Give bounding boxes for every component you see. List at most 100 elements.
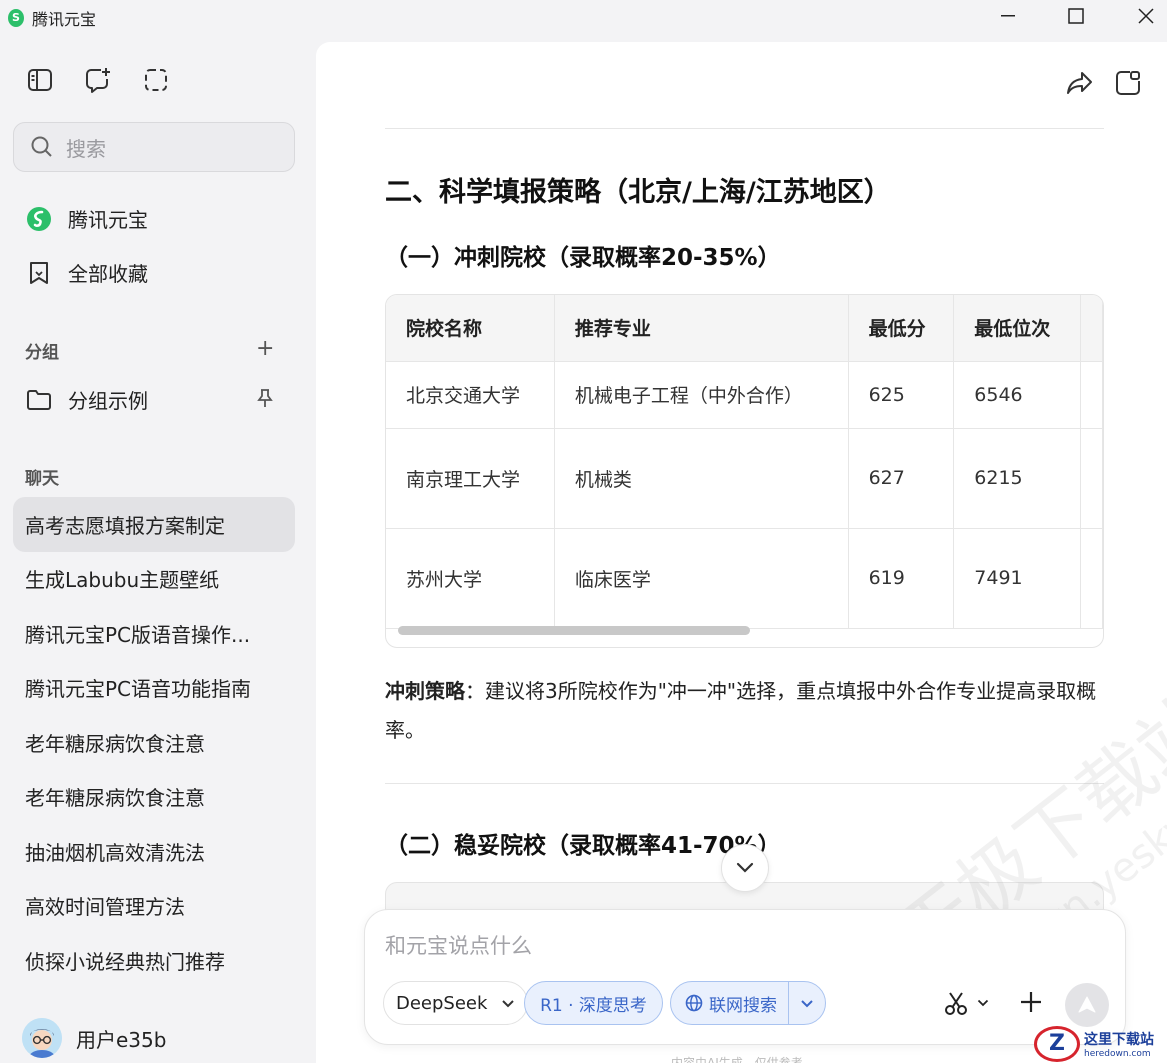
colleges-table[interactable]: 院校名称 推荐专业 最低分 最低位次 北京交通大学 机械电子工程（中外合作） 6… bbox=[385, 294, 1104, 648]
sidebar: 搜索 腾讯元宝 全部收藏 分组 + 分组示例 聊天 高考志愿填报方案制定 生成L… bbox=[0, 36, 316, 1063]
table-cell: 7491 bbox=[953, 528, 1081, 629]
chat-panel: 二、科学填报策略（北京/上海/江苏地区） （一）冲刺院校（录取概率20-35%）… bbox=[316, 42, 1167, 1063]
chat-item[interactable]: 高效时间管理方法 bbox=[13, 879, 295, 934]
deep-think-toggle[interactable]: R1 · 深度思考 bbox=[524, 981, 663, 1025]
pin-button[interactable] bbox=[256, 388, 274, 412]
plus-icon bbox=[1021, 992, 1041, 1012]
table-cell: 6546 bbox=[953, 361, 1081, 429]
minimize-button[interactable] bbox=[980, 0, 1036, 32]
send-button[interactable] bbox=[1065, 983, 1109, 1027]
strategy-label: 冲刺策略 bbox=[385, 679, 465, 703]
globe-icon bbox=[685, 994, 703, 1012]
table-cell: 619 bbox=[848, 528, 955, 629]
search-input[interactable]: 搜索 bbox=[13, 122, 295, 172]
app-logo-icon: S bbox=[8, 9, 24, 27]
table-cell: 北京交通大学 bbox=[386, 361, 555, 429]
chat-item[interactable]: 高考志愿填报方案制定 bbox=[13, 497, 295, 552]
table-cell bbox=[1080, 528, 1103, 629]
strategy-paragraph: 冲刺策略：建议将3所院校作为"冲一冲"选择，重点填报中外合作专业提高录取概率。 bbox=[385, 672, 1104, 750]
table-cell: 627 bbox=[848, 428, 955, 529]
app-title: 腾讯元宝 bbox=[32, 10, 97, 29]
table-cell: 6215 bbox=[953, 428, 1081, 529]
table-row: 南京理工大学 机械类 627 6215 bbox=[386, 428, 1103, 529]
chat-item[interactable]: 腾讯元宝PC语音功能指南 bbox=[13, 661, 295, 716]
clip-tool-button[interactable] bbox=[943, 990, 989, 1016]
message-input[interactable]: 和元宝说点什么 bbox=[385, 930, 532, 960]
web-search-label: 联网搜索 bbox=[709, 995, 777, 1016]
pin-icon bbox=[257, 389, 273, 407]
maximize-button[interactable] bbox=[1048, 0, 1104, 32]
site-watermark-logo: Z 这里下载站 heredown.com bbox=[1034, 1024, 1167, 1063]
share-icon bbox=[1067, 72, 1092, 94]
chat-header bbox=[316, 42, 1167, 122]
chat-item[interactable]: 老年糖尿病饮食注意 bbox=[13, 770, 295, 825]
column-header: 最低位次 bbox=[953, 295, 1081, 362]
minimize-icon bbox=[1001, 15, 1015, 17]
chat-item[interactable]: 生成Labubu主题壁纸 bbox=[13, 552, 295, 607]
new-window-button[interactable] bbox=[1113, 68, 1143, 98]
table-row: 北京交通大学 机械电子工程（中外合作） 625 6546 bbox=[386, 361, 1103, 429]
new-chat-icon bbox=[86, 68, 110, 93]
table-cell: 临床医学 bbox=[554, 528, 849, 629]
chevron-down-icon bbox=[502, 999, 515, 1007]
table-horizontal-scrollbar[interactable] bbox=[398, 626, 750, 635]
nav-label: 全部收藏 bbox=[68, 262, 148, 286]
new-chat-button[interactable] bbox=[84, 66, 112, 94]
groups-label: 分组 bbox=[25, 343, 59, 363]
web-search-toggle[interactable]: 联网搜索 bbox=[670, 981, 826, 1025]
data-table: 院校名称 推荐专业 最低分 最低位次 北京交通大学 机械电子工程（中外合作） 6… bbox=[386, 295, 1103, 629]
nav-label: 腾讯元宝 bbox=[68, 208, 148, 232]
new-window-icon bbox=[1116, 71, 1140, 95]
chat-item[interactable]: 抽油烟机高效清洗法 bbox=[13, 824, 295, 879]
send-arrow-icon bbox=[1078, 996, 1096, 1013]
model-label: DeepSeek bbox=[396, 992, 488, 1014]
web-search-button[interactable]: 联网搜索 bbox=[671, 982, 789, 1024]
yuanbao-logo-icon bbox=[26, 206, 52, 232]
site-logo-title: 这里下载站 bbox=[1084, 1031, 1154, 1048]
table-cell bbox=[1080, 361, 1103, 429]
table-cell: 机械电子工程（中外合作） bbox=[554, 361, 849, 429]
title-bar: S 腾讯元宝 bbox=[0, 0, 1167, 36]
toggle-sidebar-button[interactable] bbox=[26, 66, 54, 94]
table-cell bbox=[1080, 428, 1103, 529]
site-logo-url: heredown.com bbox=[1084, 1048, 1151, 1059]
message-composer[interactable]: 和元宝说点什么 DeepSeek R1 · 深度思考 联网搜索 bbox=[364, 909, 1126, 1045]
column-header: 最低分 bbox=[848, 295, 955, 362]
scroll-to-bottom-button[interactable] bbox=[721, 844, 769, 892]
web-search-options-button[interactable] bbox=[789, 999, 825, 1008]
close-icon bbox=[1138, 8, 1154, 24]
table-cell: 机械类 bbox=[554, 428, 849, 529]
group-item-example[interactable]: 分组示例 bbox=[26, 385, 148, 414]
table-cell: 625 bbox=[848, 361, 955, 429]
search-placeholder: 搜索 bbox=[66, 136, 106, 161]
share-button[interactable] bbox=[1065, 68, 1095, 98]
sidebar-toolbar bbox=[26, 66, 170, 94]
chevron-down-icon bbox=[977, 999, 989, 1007]
nav-yuanbao[interactable]: 腾讯元宝 bbox=[26, 204, 148, 233]
chat-item[interactable]: 腾讯元宝PC版语音操作... bbox=[13, 606, 295, 661]
add-attachment-button[interactable] bbox=[1019, 990, 1043, 1014]
nav-favorites[interactable]: 全部收藏 bbox=[26, 258, 148, 287]
folder-icon bbox=[26, 387, 52, 413]
maximize-icon bbox=[1068, 8, 1084, 24]
subsection-heading: （二）稳妥院校（录取概率41-70%） bbox=[385, 833, 781, 859]
screenshot-icon bbox=[145, 69, 167, 91]
user-profile[interactable]: 用户e35b bbox=[22, 1018, 166, 1058]
sidebar-toggle-icon bbox=[28, 69, 52, 91]
model-select[interactable]: DeepSeek bbox=[383, 981, 529, 1025]
add-group-button[interactable]: + bbox=[256, 336, 274, 361]
deep-think-label: R1 · 深度思考 bbox=[540, 995, 647, 1016]
screenshot-button[interactable] bbox=[142, 66, 170, 94]
ai-disclaimer: 内容由AI生成，仅供参考 bbox=[671, 1056, 803, 1063]
chat-item[interactable]: 老年糖尿病饮食注意 bbox=[13, 715, 295, 770]
chat-item[interactable]: 侦探小说经典热门推荐 bbox=[13, 933, 295, 988]
scissors-icon bbox=[945, 992, 967, 1015]
close-button[interactable] bbox=[1118, 0, 1167, 32]
column-header: 院校名称 bbox=[386, 295, 555, 362]
chat-list: 高考志愿填报方案制定 生成Labubu主题壁纸 腾讯元宝PC版语音操作... 腾… bbox=[13, 497, 295, 988]
section-heading: 二、科学填报策略（北京/上海/江苏地区） bbox=[385, 177, 891, 208]
table-header-row: 院校名称 推荐专业 最低分 最低位次 bbox=[386, 295, 1103, 362]
search-icon bbox=[31, 136, 52, 157]
chevron-down-icon bbox=[801, 999, 813, 1007]
bookmark-icon bbox=[26, 260, 52, 286]
